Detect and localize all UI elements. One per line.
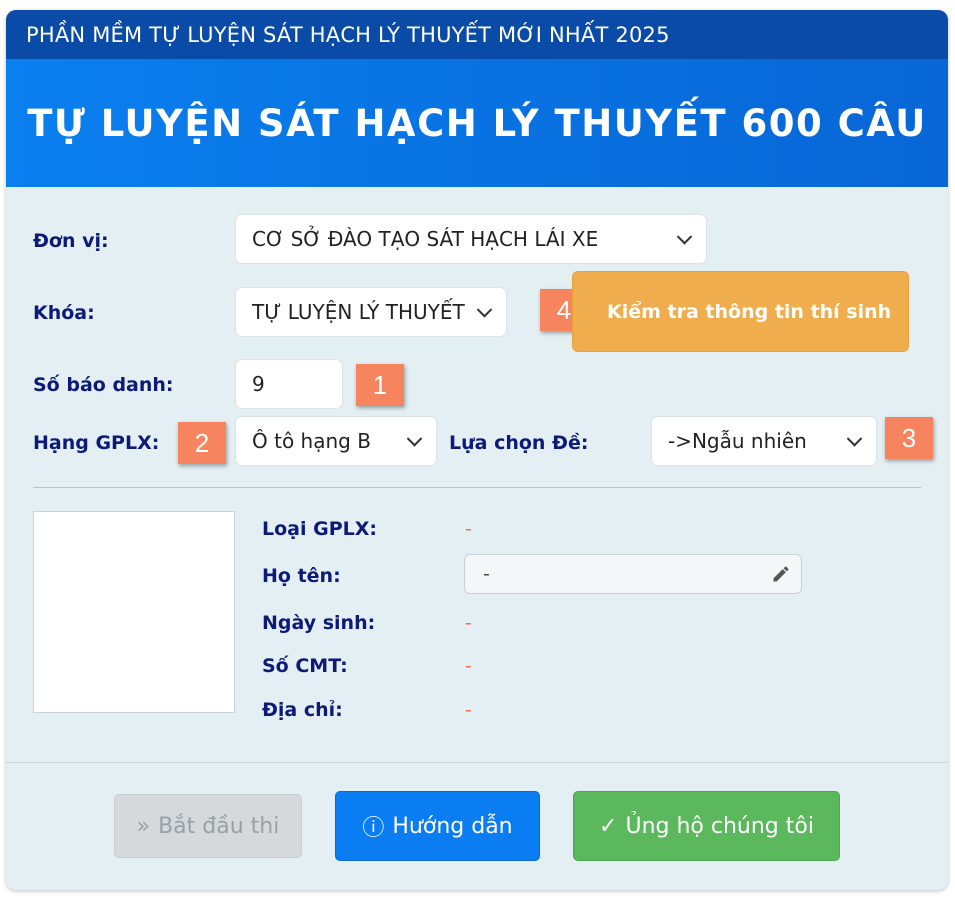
khoa-value: TỰ LUYỆN LÝ THUYẾT [252,300,465,324]
start-exam-button[interactable]: » Bắt đầu thi [114,794,302,858]
khoa-label: Khóa: [33,302,95,324]
ho-ten-field[interactable]: - [464,554,802,594]
chevron-down-icon [406,431,423,447]
dia-chi-value: - [465,699,472,721]
so-cmt-value: - [465,655,472,677]
so-bao-danh-value: 9 [252,372,265,396]
guide-label: Hướng dẫn [392,813,513,839]
dia-chi-label: Địa chỉ: [262,699,343,721]
top-title-bar: PHẦN MỀM TỰ LUYỆN SÁT HẠCH LÝ THUYẾT MỚI… [6,10,948,59]
app-card: PHẦN MỀM TỰ LUYỆN SÁT HẠCH LÝ THUYẾT MỚI… [6,10,948,890]
check-icon: ✓ [599,813,618,839]
hang-gplx-value: Ô tô hạng B [252,429,371,453]
step-badge-3: 3 [885,417,933,459]
page-title: TỰ LUYỆN SÁT HẠCH LÝ THUYẾT 600 CÂU [27,101,927,145]
don-vi-label: Đơn vị: [33,230,109,252]
ho-ten-label: Họ tên: [262,565,341,587]
so-bao-danh-label: Số báo danh: [33,374,174,396]
lua-chon-de-label: Lựa chọn Đề: [449,432,589,454]
khoa-select[interactable]: TỰ LUYỆN LÝ THUYẾT [235,287,507,337]
so-bao-danh-input[interactable]: 9 [235,359,343,409]
guide-button[interactable]: ⓘ Hướng dẫn [335,791,540,861]
candidate-photo [33,511,235,713]
hang-gplx-label: Hạng GPLX: [33,432,160,454]
chevron-down-icon [676,229,693,245]
check-candidate-button[interactable]: Kiểm tra thông tin thí sinh [572,271,909,352]
section-divider [33,487,921,488]
step-badge-2: 2 [178,422,226,464]
top-title: PHẦN MỀM TỰ LUYỆN SÁT HẠCH LÝ THUYẾT MỚI… [26,23,670,47]
start-exam-label: Bắt đầu thi [158,813,280,839]
footer-divider [6,762,948,763]
banner: TỰ LUYỆN SÁT HẠCH LÝ THUYẾT 600 CÂU [6,59,948,187]
ho-ten-value: - [483,563,490,585]
support-button[interactable]: ✓ Ủng hộ chúng tôi [573,791,840,861]
chevron-down-icon [846,431,863,447]
double-chevron-icon: » [136,813,151,839]
don-vi-select[interactable]: CƠ SỞ ĐÀO TẠO SÁT HẠCH LÁI XE [235,214,707,264]
lua-chon-de-select[interactable]: ->Ngẫu nhiên [651,416,877,466]
don-vi-value: CƠ SỞ ĐÀO TẠO SÁT HẠCH LÁI XE [252,227,599,251]
hang-gplx-select[interactable]: Ô tô hạng B [235,416,437,466]
chevron-down-icon [476,302,493,318]
loai-gplx-value: - [465,518,472,540]
support-label: Ủng hộ chúng tôi [625,813,814,839]
loai-gplx-label: Loại GPLX: [262,518,377,540]
ngay-sinh-label: Ngày sinh: [262,612,376,634]
ngay-sinh-value: - [465,612,472,634]
info-icon: ⓘ [362,816,385,841]
pencil-icon[interactable] [771,564,791,584]
lua-chon-de-value: ->Ngẫu nhiên [668,429,807,453]
step-badge-1: 1 [356,364,404,406]
so-cmt-label: Số CMT: [262,655,348,677]
